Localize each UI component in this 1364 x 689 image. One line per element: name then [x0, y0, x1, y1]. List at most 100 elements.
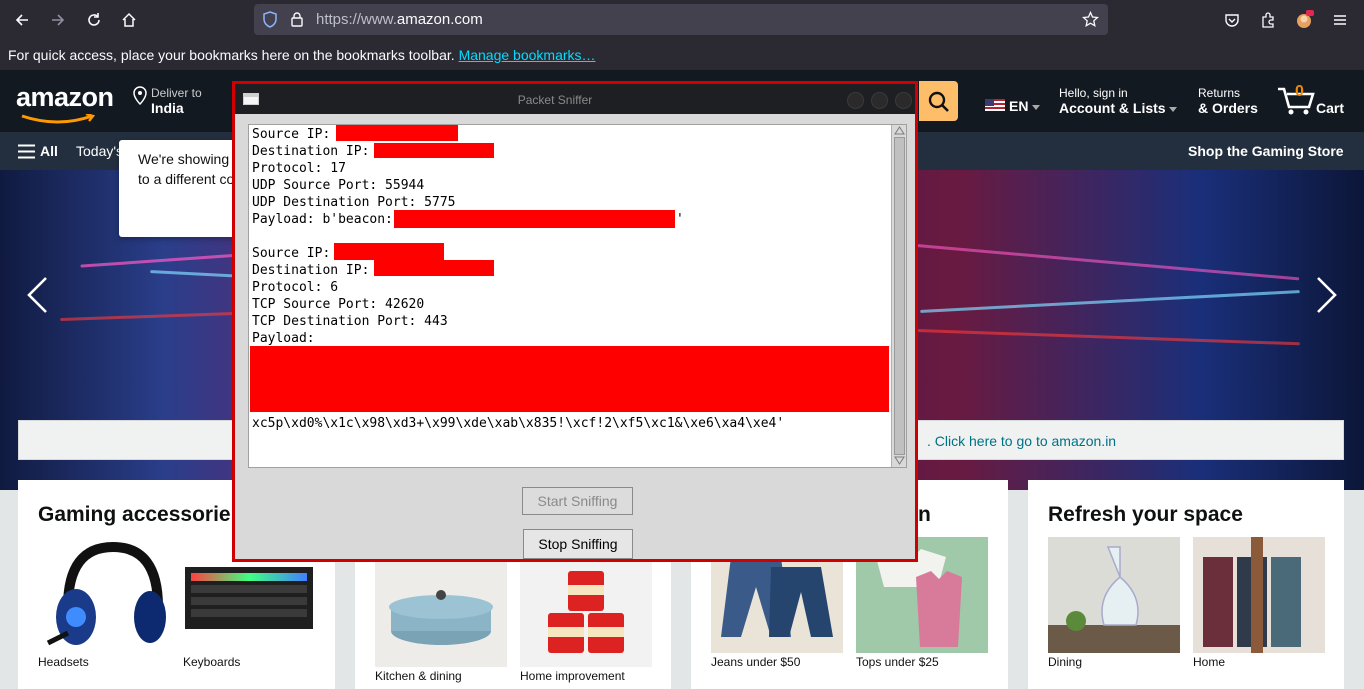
pocket-button[interactable]	[1217, 5, 1247, 35]
output-line: Protocol: 17	[252, 161, 346, 176]
towel-rack-icon	[1203, 537, 1301, 653]
output-line: Protocol: 6	[252, 280, 339, 295]
output-line: Destination IP:	[252, 144, 370, 159]
bookmarks-toolbar: For quick access, place your bookmarks h…	[0, 40, 1364, 70]
search-submit-button[interactable]	[919, 81, 958, 121]
shield-icon[interactable]	[262, 11, 278, 28]
shop-gaming-store-link[interactable]: Shop the Gaming Store	[1188, 143, 1344, 159]
maximize-button[interactable]	[871, 92, 888, 109]
stop-sniffing-button[interactable]: Stop Sniffing	[523, 529, 633, 559]
output-line: Payload: b'beacon:	[252, 212, 393, 227]
kitchen-dining-image[interactable]	[375, 551, 507, 667]
redaction-box	[250, 346, 889, 412]
account-icon	[1297, 10, 1314, 28]
home-image[interactable]	[1193, 537, 1325, 653]
extensions-button[interactable]	[1253, 5, 1283, 35]
card-refresh-space: Refresh your space Dining Home	[1028, 480, 1344, 689]
card-item-label[interactable]: Tops under $25	[856, 655, 939, 669]
url-text[interactable]: https://www.amazon.com	[316, 11, 483, 28]
cart-button[interactable]: 0 Cart	[1276, 83, 1346, 118]
redaction-box	[336, 125, 458, 141]
output-line: UDP Source Port: 55944	[252, 178, 425, 193]
card-title: n	[918, 503, 931, 526]
packet-sniffer-window: Packet Sniffer Source IP: Destination IP…	[232, 81, 918, 562]
packet-output-textarea[interactable]: Source IP: Destination IP: Protocol: 17 …	[248, 124, 907, 468]
scrollbar-thumb[interactable]	[894, 137, 905, 455]
output-line: Source IP:	[252, 127, 331, 142]
reload-icon	[88, 13, 100, 26]
paint-can-icon	[548, 571, 624, 653]
minimize-button[interactable]	[847, 92, 864, 109]
home-button[interactable]	[114, 5, 144, 35]
deliver-country[interactable]: India	[151, 100, 184, 116]
card-item-label[interactable]: Kitchen & dining	[375, 669, 462, 683]
menu-icon	[1334, 15, 1346, 25]
card-title: Refresh your space	[1048, 503, 1243, 526]
output-line: TCP Destination Port: 443	[252, 314, 448, 329]
us-flag-icon	[985, 99, 1005, 111]
vertical-scrollbar[interactable]	[891, 125, 906, 467]
deliver-label: Deliver to	[151, 86, 202, 100]
headsets-image[interactable]	[38, 537, 170, 653]
card-title: Gaming accessorie	[38, 503, 231, 526]
chevron-down-icon	[1032, 105, 1040, 110]
card-item-label[interactable]: Home	[1193, 655, 1225, 669]
carousel-next-button[interactable]	[1314, 276, 1338, 314]
account-lists-link[interactable]: Account & Lists	[1059, 100, 1166, 116]
language-selector[interactable]: EN	[1009, 98, 1028, 114]
hamburger-menu-icon[interactable]	[18, 144, 35, 159]
url-bar[interactable]: https://www.amazon.com	[254, 4, 1108, 35]
forward-button[interactable]	[43, 5, 73, 35]
extensions-icon	[1262, 12, 1274, 28]
output-line: UDP Destination Port: 5775	[252, 195, 456, 210]
payload-close-quote: '	[676, 212, 684, 227]
back-icon	[15, 14, 28, 26]
cart-label: Cart	[1316, 100, 1345, 116]
url-prefix: https://www.	[316, 11, 397, 28]
all-menu-button[interactable]: All	[40, 143, 58, 159]
card-item-label[interactable]: Keyboards	[183, 655, 240, 669]
lock-icon[interactable]	[290, 11, 304, 28]
account-button[interactable]	[1289, 5, 1319, 35]
back-button[interactable]	[7, 5, 37, 35]
account-greeting: Hello, sign in	[1059, 86, 1128, 100]
star-icon[interactable]	[1082, 11, 1099, 28]
dining-image[interactable]	[1048, 537, 1180, 653]
redaction-box	[374, 260, 494, 276]
redaction-box	[334, 243, 444, 260]
carousel-prev-button[interactable]	[26, 276, 50, 314]
redaction-box	[374, 143, 494, 158]
bookmarks-text: For quick access, place your bookmarks h…	[8, 47, 455, 63]
home-improvement-image[interactable]	[520, 551, 652, 667]
returns-label: Returns	[1198, 86, 1241, 100]
scroll-up-arrow-icon[interactable]	[894, 126, 905, 135]
manage-bookmarks-link[interactable]: Manage bookmarks…	[459, 47, 596, 63]
close-button[interactable]	[895, 92, 912, 109]
redaction-box	[394, 210, 675, 228]
location-popover: We're showing to a different co	[119, 140, 249, 237]
output-line: TCP Source Port: 42620	[252, 297, 425, 312]
bookmarks-hint: For quick access, place your bookmarks h…	[8, 47, 596, 63]
orders-link[interactable]: & Orders	[1198, 100, 1258, 116]
output-line: Payload:	[252, 331, 315, 346]
card-item-label[interactable]: Headsets	[38, 655, 89, 669]
amazon-smile-icon	[21, 114, 96, 124]
reload-button[interactable]	[79, 5, 109, 35]
chevron-right-icon	[1317, 277, 1337, 313]
start-sniffing-button[interactable]: Start Sniffing	[522, 487, 633, 515]
window-titlebar[interactable]: Packet Sniffer	[235, 84, 915, 114]
scroll-down-arrow-icon[interactable]	[894, 456, 905, 465]
card-item-label[interactable]: Dining	[1048, 655, 1082, 669]
menu-button[interactable]	[1325, 5, 1355, 35]
go-to-amazon-in-link[interactable]: . Click here to go to amazon.in	[927, 433, 1116, 449]
card-item-label[interactable]: Jeans under $50	[711, 655, 800, 669]
card-item-label[interactable]: Home improvement	[520, 669, 625, 683]
output-line: Destination IP:	[252, 263, 370, 278]
chevron-left-icon	[27, 277, 47, 313]
output-tail-line: xc5p\xd0%\x1c\x98\xd3+\x99\xde\xab\x835!…	[252, 416, 785, 431]
cart-count: 0	[1295, 83, 1304, 100]
search-icon	[928, 91, 949, 112]
amazon-logo[interactable]: amazon	[16, 82, 114, 113]
subnav-todays-deals[interactable]: Today's	[76, 143, 123, 159]
packet-output-content: Source IP: Destination IP: Protocol: 17 …	[249, 125, 891, 467]
